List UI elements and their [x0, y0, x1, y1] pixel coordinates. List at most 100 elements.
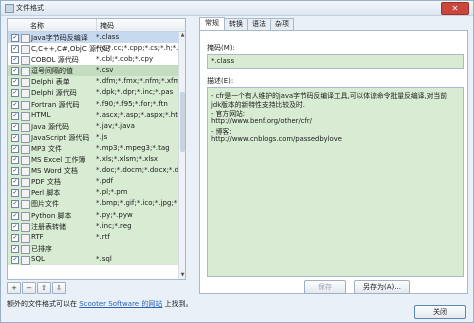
mask-input[interactable]: *.class: [207, 54, 464, 69]
app-icon: [5, 4, 14, 13]
save-button[interactable]: 保存: [304, 280, 346, 294]
checkbox[interactable]: ✓: [11, 244, 19, 253]
list-item[interactable]: ✓ JavaScript 源代码 *.js: [8, 131, 178, 143]
checkbox[interactable]: ✓: [11, 144, 19, 153]
format-mask: *.class: [96, 33, 120, 41]
window-title: 文件格式: [16, 4, 44, 12]
save-as-button[interactable]: 另存为(A)...: [354, 280, 410, 294]
format-mask: *.ascx;*.asp;*.aspx;*.htm;*.html: [96, 110, 185, 119]
format-name: Fortran 源代码: [31, 100, 80, 109]
tab-general[interactable]: 常规: [199, 17, 225, 30]
checkbox[interactable]: ✓: [11, 56, 19, 65]
scroll-up-arrow-icon[interactable]: ▲: [179, 32, 185, 39]
list-item[interactable]: ✓ Fortran 源代码 *.f90;*.f95;*.for;*.ftn: [8, 98, 178, 110]
list-item[interactable]: ✓ 注册表转储 *.inc;*.reg: [8, 220, 178, 232]
list-item[interactable]: ✓ Perl 脚本 *.pl;*.pm: [8, 187, 178, 199]
mask-input-value: *.class: [211, 57, 235, 65]
checkbox[interactable]: ✓: [11, 233, 19, 242]
file-type-icon: [21, 167, 30, 177]
scroll-down-arrow-icon[interactable]: ▼: [179, 272, 185, 279]
format-name: Java 源代码: [31, 122, 70, 131]
format-name: MS Word 文档: [31, 167, 78, 176]
list-item[interactable]: ✓ C,C++,C#,ObjC 源代码 *.c;*.cc;*.cpp;*.cs;*.…: [8, 43, 185, 55]
checkbox[interactable]: ✓: [11, 122, 19, 131]
list-item[interactable]: ✓ Delphi 源代码 *.dpk;*.dpr;*.inc;*.pas: [8, 87, 178, 99]
checkbox[interactable]: ✓: [11, 34, 19, 42]
checkbox[interactable]: ✓: [11, 211, 19, 220]
checkbox[interactable]: ✓: [11, 222, 19, 231]
description-textarea[interactable]: - cfr是一个有人维护的java字节码反编译工具,可以体谅命令批量反编译,对当…: [207, 87, 464, 277]
scooter-website-link[interactable]: Scooter Software 的网站: [79, 300, 162, 308]
file-type-icon: [21, 67, 30, 77]
list-item[interactable]: ✓ Java字节码反编译 *.class: [8, 32, 178, 44]
close-button[interactable]: 关闭: [414, 305, 466, 319]
list-item[interactable]: ✓ Python 脚本 *.py;*.pyw: [8, 209, 178, 221]
file-type-icon: [21, 78, 30, 88]
checkbox[interactable]: ✓: [11, 167, 19, 176]
status-suffix: 上找到。: [164, 300, 193, 308]
file-type-icon: [21, 255, 30, 265]
column-separator[interactable]: [96, 19, 97, 31]
list-item[interactable]: ✓ 图片文件 *.bmp;*.gif;*.ico;*.jpg;*.jpeg: [8, 198, 185, 210]
format-name: Delphi 源代码: [31, 89, 77, 98]
checkbox[interactable]: ✓: [11, 156, 19, 165]
scroll-thumb[interactable]: [180, 92, 185, 152]
checkbox[interactable]: ✓: [11, 89, 19, 98]
column-header-name[interactable]: 名称: [30, 21, 44, 31]
format-mask: *.xls;*.xlsm;*.xlsx: [96, 155, 159, 164]
move-down-button[interactable]: ⇩: [52, 282, 66, 294]
list-item[interactable]: ✓ HTML *.ascx;*.asp;*.aspx;*.htm;*.html: [8, 109, 185, 121]
close-window-button[interactable]: ✕: [441, 2, 469, 15]
file-type-icon: [21, 100, 30, 110]
checkbox[interactable]: ✓: [11, 255, 19, 264]
file-type-icon: [21, 111, 30, 121]
checkbox[interactable]: ✓: [11, 178, 19, 187]
list-item[interactable]: ✓ SQL *.sql: [8, 253, 178, 265]
format-mask: *.inc;*.reg: [96, 221, 132, 230]
list-item[interactable]: ✓ Delphi 表单 *.dfm;*.fmx;*.nfm;*.xfm: [8, 76, 181, 88]
tab-conversion[interactable]: 转换: [224, 18, 248, 30]
file-type-icon: [21, 122, 30, 132]
description-line: http://www.cnblogs.com/passedbylove: [211, 135, 342, 143]
checkbox[interactable]: ✓: [11, 200, 19, 209]
checkbox[interactable]: ✓: [11, 67, 19, 76]
list-item[interactable]: ✓ MS Word 文档 *.doc;*.docm;*.docx;*.dot: [8, 165, 185, 177]
list-item[interactable]: ✓ 已排序: [8, 242, 178, 254]
checkbox[interactable]: ✓: [11, 45, 19, 54]
format-mask: *.jav;*.java: [96, 121, 135, 130]
format-name: Delphi 表单: [31, 78, 70, 87]
status-text: 额外的文件格式可以在 Scooter Software 的网站 上找到。: [7, 299, 193, 309]
format-mask: *.doc;*.docm;*.docx;*.dot: [96, 166, 186, 175]
move-up-button[interactable]: ⇧: [37, 282, 51, 294]
format-mask: *.dfm;*.fmx;*.nfm;*.xfm: [96, 77, 181, 86]
file-type-icon: [21, 56, 30, 66]
list-item[interactable]: ✓ 逗号间隔的值 *.csv: [8, 65, 178, 77]
remove-format-button[interactable]: −: [22, 282, 36, 294]
list-scrollbar[interactable]: ▲ ▼: [178, 32, 185, 279]
file-type-icon: [21, 244, 30, 254]
tab-misc[interactable]: 杂项: [270, 18, 294, 30]
format-name: 已排序: [31, 244, 52, 253]
list-item[interactable]: ✓ MS Excel 工作簿 *.xls;*.xlsm;*.xlsx: [8, 154, 178, 166]
add-format-button[interactable]: +: [7, 282, 21, 294]
list-rows: ✓ Java字节码反编译 *.class ✓ C,C++,C#,ObjC 源代码 *.c;…: [8, 32, 185, 265]
format-mask: *.dpk;*.dpr;*.inc;*.pas: [96, 88, 174, 97]
column-header-mask[interactable]: 掩码: [100, 21, 114, 31]
checkbox[interactable]: ✓: [11, 189, 19, 198]
format-mask: *.bmp;*.gif;*.ico;*.jpg;*.jpeg: [96, 199, 186, 208]
checkbox[interactable]: ✓: [11, 78, 19, 87]
list-item[interactable]: ✓ MP3 文件 *.mp3;*.mpeg3;*.tag: [8, 142, 178, 155]
checkbox[interactable]: ✓: [11, 100, 19, 109]
checkbox[interactable]: ✓: [11, 111, 19, 120]
list-item[interactable]: ✓ RTF *.rtf: [8, 231, 178, 243]
format-name: HTML: [31, 110, 51, 119]
list-item[interactable]: ✓ Java 源代码 *.jav;*.java: [8, 120, 178, 132]
checkbox[interactable]: ✓: [11, 133, 19, 142]
list-item[interactable]: ✓ PDF 文档 *.pdf: [8, 176, 178, 188]
format-mask: *.c;*.cc;*.cpp;*.cs;*.h;*.hh: [96, 44, 186, 53]
list-item[interactable]: ✓ COBOL 源代码 *.cbl;*.cob;*.cpy: [8, 54, 178, 66]
format-name: PDF 文档: [31, 178, 61, 187]
format-list[interactable]: 名称 掩码 ✓ Java字节码反编译 *.class ✓ C,C++,C#,ObjC 源…: [7, 18, 186, 280]
tab-syntax[interactable]: 语法: [247, 18, 271, 30]
description-label: 描述(E):: [207, 77, 234, 85]
